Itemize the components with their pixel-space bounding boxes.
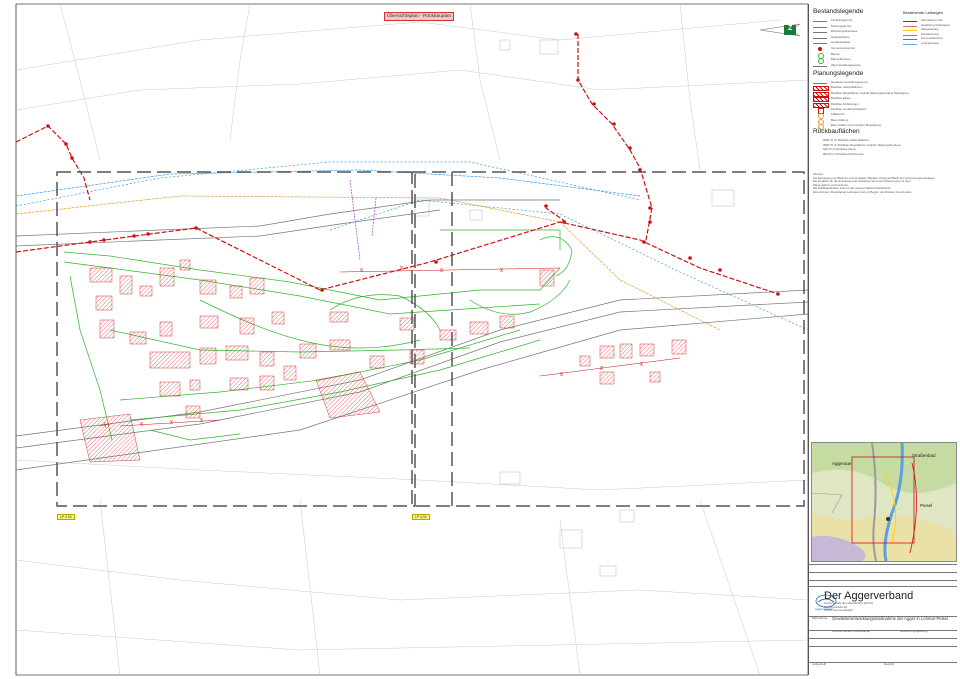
- bestand-swatch: [813, 26, 827, 28]
- north-arrow-icon: [759, 23, 801, 37]
- demolition-main-line: [15, 34, 779, 295]
- bestand-swatch: [813, 43, 827, 45]
- bestand-swatch: [813, 37, 827, 39]
- utility-lines: [15, 161, 808, 331]
- leitungen-legend-title: Bestehende Leitungen: [903, 10, 944, 15]
- signature-right: Geprüft: [884, 662, 895, 666]
- bestand-label: Weg Gestaltungsgrenze: [831, 62, 861, 67]
- plan-stamp: Übersichtsplan - Rückbauplan: [384, 12, 454, 21]
- plan-sheet: Übersichtsplan - Rückbauplan LP 4.00 LP …: [0, 0, 960, 679]
- leitung-item: Leitungstrasse: [903, 41, 955, 46]
- planung-label: Rückbau Geländeflächen: [831, 85, 863, 90]
- planung-legend-title: Planungslegende: [813, 70, 864, 77]
- bestand-label: Vermessungspunkt: [831, 45, 855, 50]
- rueckbau-label: 9080,70 m² Rückbau Geländeflächen: [823, 138, 870, 142]
- planung-label: Baum Fällung: [831, 117, 849, 122]
- bestand-swatch: [818, 46, 822, 51]
- org-line-3: 51645 Gummersbach: [824, 608, 853, 613]
- planung-legend-list: Gewässer Gestaltungsgrenze Rückbau Geländ…: [813, 80, 953, 131]
- leitung-label: Stromleitung Gas: [921, 18, 943, 22]
- planung-label: Rückbau Schüttungen: [831, 101, 859, 106]
- bestand-legend-list: Flurstücksgrenze Nutzungsgrenze Böschungso…: [813, 18, 893, 68]
- sheet-label-left: LP 4.00: [57, 514, 75, 520]
- demolition-areas: [79, 259, 687, 463]
- plan-kind: Ausführungsplanung: [900, 629, 928, 633]
- signature-left: Aufgestellt: [812, 662, 827, 666]
- section-label: Maßnahme: [812, 616, 828, 620]
- rueckbau-area-list: 9080,70 m² Rückbau Geländeflächen 3990,70…: [823, 138, 953, 156]
- planung-label: Fällbereich: [831, 112, 845, 117]
- demolition-nodes: [46, 32, 780, 296]
- bestand-legend-title: Bestandslegende: [813, 8, 864, 15]
- note-item: abzustimmen. Bestehende Leitungen sind v…: [813, 190, 953, 194]
- org-address: Körperschaft des öffentlichen Rechts Son…: [824, 601, 873, 613]
- sheet-label-right: LP 4.00: [412, 514, 430, 520]
- leitung-label: Wasserleitung: [921, 27, 939, 32]
- inset-label-strassenbad: Straßenbad: [912, 453, 936, 458]
- planung-label: Rückbau von Einzelobjekten: [831, 106, 867, 111]
- north-arrow: Z: [759, 20, 801, 40]
- leitung-label: Leitungstrasse: [921, 40, 940, 45]
- project-title: Gewässerentwicklungsmaßnahme der Agger i…: [832, 616, 948, 621]
- planung-label: Rückbau Zäune: [831, 96, 851, 101]
- bestand-item: Weg Gestaltungsgrenze: [813, 63, 893, 69]
- legend-panel: Bestandslegende Flurstücksgrenze Nutzungs…: [808, 4, 957, 675]
- buildings: [414, 39, 735, 577]
- bestand-label: Bäume: [831, 51, 840, 56]
- rueckbau-item: 890,50 m² Rückbau Schüttungen: [823, 152, 953, 157]
- plan-label: Übersichtsplan Rückbauplan: [832, 629, 871, 633]
- bestand-swatch: [813, 32, 827, 34]
- legend-notes: Hinweis: Die Eintragung von Bäumen und so…: [813, 172, 953, 194]
- leitung-label: Entwässerung: [921, 31, 939, 36]
- leitung-label: Fernmeldeleitung: [921, 36, 943, 41]
- north-arrow-label: Z: [788, 25, 793, 32]
- sheet-frames: [56, 171, 805, 507]
- rueckbau-label: 890,50 m² Rückbau Schüttungen: [823, 151, 864, 156]
- inset-label-peisel: Peisel: [920, 503, 933, 508]
- planung-label: Rückbau Wegeflächen Asphalt Wassergebund…: [831, 90, 909, 95]
- bestand-label: Gebäudekante: [831, 34, 850, 39]
- bestand-label: Böschungsoberkante: [831, 29, 858, 34]
- planung-swatch: [813, 83, 827, 84]
- planung-label: Baum Fällen vom Gehölzen Beseitigung: [831, 123, 881, 128]
- rueckbau-legend-title: Rückbauflächen: [813, 128, 860, 135]
- bestand-label: Gewässerkante: [831, 40, 851, 45]
- bestand-swatch: [813, 21, 827, 22]
- inset-label-aggeraue: Aggeraue: [832, 461, 852, 466]
- bestand-label: Flurstücksgrenze: [831, 18, 853, 22]
- leitungen-legend-list: Stromleitung Gas Gasleitung Trinkwasser Wa…: [903, 18, 955, 46]
- bestand-label: Baumpflanzung: [831, 57, 851, 62]
- rueckbau-label: 3990,70 m² Rückbau Wegeflächen Asphalt, …: [823, 142, 901, 147]
- note-label: abzustimmen. Bestehende Leitungen sind v…: [813, 189, 913, 194]
- leitung-label: Gasleitung Trinkwasser: [921, 22, 951, 27]
- rueckbau-label: 620,70 m² Rückbau Zäune: [823, 147, 857, 152]
- planung-label: Gewässer Gestaltungsgrenze: [831, 80, 868, 84]
- bestand-label: Nutzungsgrenze: [831, 23, 852, 28]
- bestand-swatch: [813, 65, 827, 67]
- site-map: [15, 3, 808, 676]
- leitung-swatch: [903, 43, 917, 45]
- inset-overview-map: Aggeraue Straßenbad Peisel: [811, 442, 957, 562]
